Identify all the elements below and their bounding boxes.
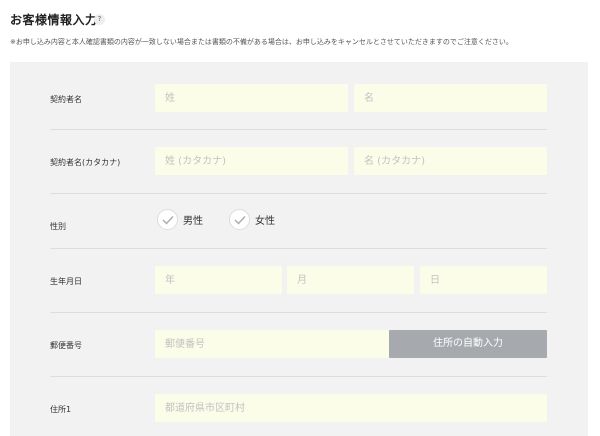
- birthday-label: 生年月日: [50, 277, 82, 286]
- help-icon[interactable]: ?: [94, 14, 105, 25]
- page-title: お客様情報入力: [10, 13, 98, 27]
- gender-option-female[interactable]: 女性: [229, 209, 275, 230]
- name-label: 契約者名: [50, 95, 82, 104]
- divider: [50, 129, 547, 130]
- kana-label: 契約者名(カタカナ): [50, 158, 121, 167]
- form-panel: [10, 62, 588, 436]
- gender-option-male[interactable]: 男性: [157, 209, 203, 230]
- birth-day-input[interactable]: [420, 266, 547, 294]
- divider: [50, 312, 547, 313]
- check-icon: [157, 209, 178, 230]
- gender-option-label: 女性: [255, 216, 275, 227]
- first-name-input[interactable]: [354, 84, 547, 112]
- address1-input[interactable]: [155, 394, 547, 422]
- gender-label: 性別: [50, 222, 66, 231]
- birth-year-input[interactable]: [155, 266, 282, 294]
- divider: [50, 376, 547, 377]
- gender-option-label: 男性: [183, 216, 203, 227]
- check-icon: [229, 209, 250, 230]
- last-name-kana-input[interactable]: [155, 147, 348, 175]
- divider: [50, 193, 547, 194]
- birth-month-input[interactable]: [287, 266, 414, 294]
- first-name-kana-input[interactable]: [354, 147, 547, 175]
- auto-address-button[interactable]: 住所の自動入力: [389, 330, 547, 358]
- address1-label: 住所1: [50, 405, 72, 414]
- postal-label: 郵便番号: [50, 341, 82, 350]
- last-name-input[interactable]: [155, 84, 348, 112]
- notice-text: ※お申し込み内容と本人確認書類の内容が一致しない場合または書類の不備がある場合は…: [10, 38, 513, 46]
- divider: [50, 248, 547, 249]
- postal-code-input[interactable]: [155, 330, 389, 358]
